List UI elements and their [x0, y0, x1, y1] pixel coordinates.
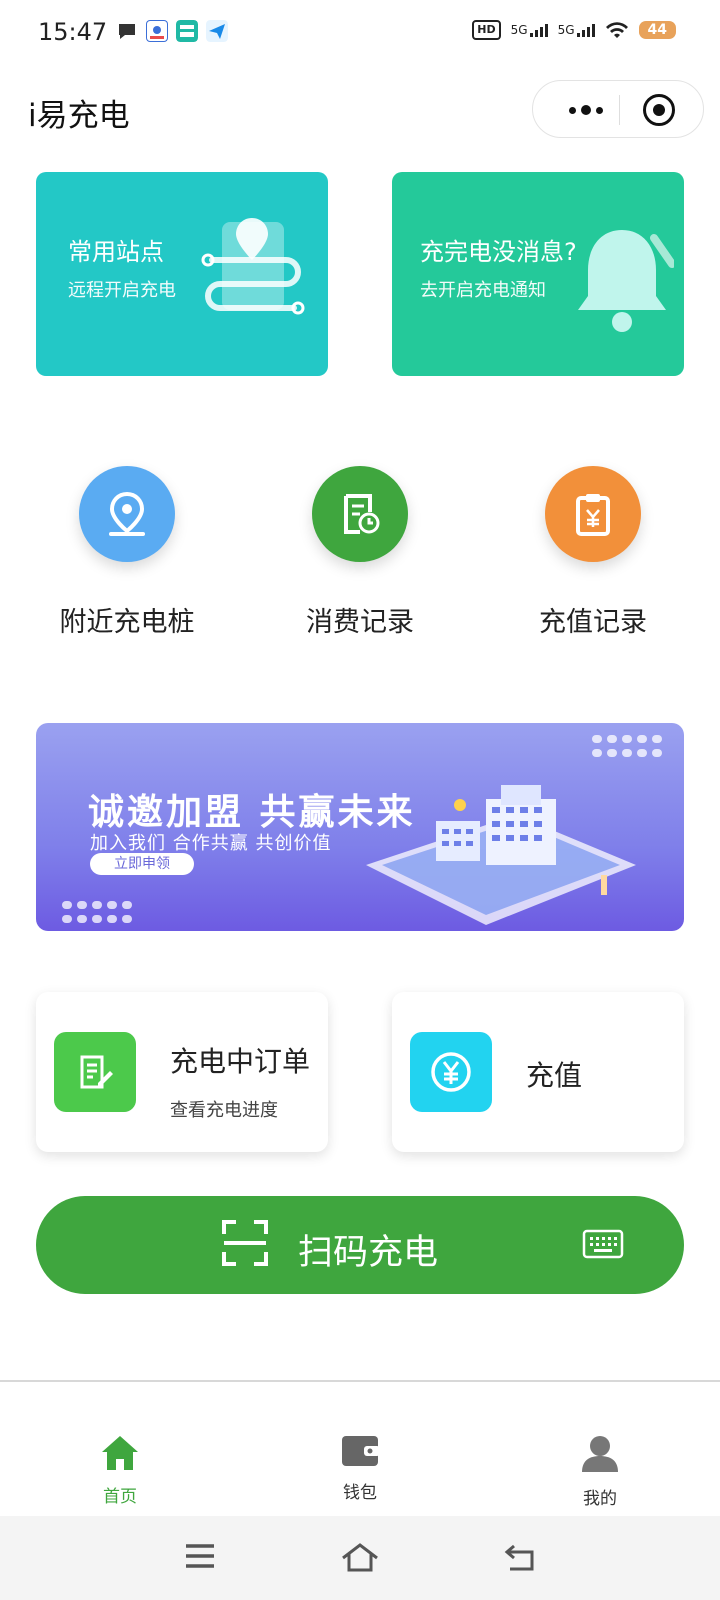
- app-icon: [146, 20, 168, 42]
- wallet-icon: [342, 1436, 380, 1466]
- tab-label: 我的: [583, 1489, 617, 1509]
- franchise-banner[interactable]: 诚邀加盟 共赢未来 加入我们 合作共赢 共创价值 立即申领: [36, 723, 684, 931]
- page-title: i易充电: [28, 98, 130, 134]
- hd-icon: HD: [472, 20, 501, 40]
- tab-wallet[interactable]: 钱包: [300, 1434, 420, 1503]
- frequent-stations-card[interactable]: 常用站点 远程开启充电: [36, 172, 328, 376]
- charging-orders-card[interactable]: 充电中订单 查看充电进度: [36, 992, 328, 1152]
- map-route-icon: [201, 218, 305, 315]
- close-miniprogram-button[interactable]: [643, 94, 675, 126]
- wifi-icon: [605, 22, 628, 38]
- user-icon: [582, 1436, 618, 1472]
- card-title: 常用站点: [68, 238, 164, 266]
- tab-label: 首页: [103, 1487, 137, 1507]
- more-icon: [569, 106, 576, 114]
- chat-bubble-icon: [119, 24, 135, 39]
- bottom-tab-bar: 首页 钱包 我的: [0, 1380, 720, 1516]
- status-time: 15:47: [38, 18, 108, 46]
- keyboard-icon[interactable]: [582, 1229, 624, 1259]
- card-subtitle: 远程开启充电: [68, 280, 176, 301]
- receipt-clock-icon: [312, 466, 408, 562]
- banner-decor-dots: [592, 735, 662, 757]
- card-title: 充完电没消息?: [420, 238, 577, 266]
- status-bar: 15:47 HD 5G 5G 44: [0, 0, 720, 66]
- tab-mine[interactable]: 我的: [540, 1434, 660, 1509]
- banner-apply-button[interactable]: 立即申领: [90, 853, 194, 875]
- banner-subtitle: 加入我们 合作共赢 共创价值: [90, 833, 332, 854]
- home-icon: [102, 1436, 138, 1470]
- battery-indicator: 44: [638, 21, 676, 39]
- clipboard-yen-icon: [545, 466, 641, 562]
- back-icon[interactable]: [504, 1542, 536, 1572]
- signal-bars-icon: [576, 23, 595, 37]
- status-right: HD 5G 5G 44: [472, 20, 676, 40]
- more-menu-button[interactable]: [555, 81, 617, 139]
- banner-decor-dots: [62, 901, 132, 923]
- recharge-card[interactable]: 充值: [392, 992, 684, 1152]
- signal-bars-icon: [529, 23, 548, 37]
- yen-coin-icon: [410, 1032, 492, 1112]
- edit-note-icon: [54, 1032, 136, 1112]
- scan-icon: [222, 1220, 268, 1266]
- menu-icon[interactable]: [184, 1542, 216, 1570]
- tab-home[interactable]: 首页: [60, 1434, 180, 1507]
- location-pin-icon: [79, 466, 175, 562]
- quick-label: 消费记录: [306, 607, 414, 638]
- consumption-records-button[interactable]: 消费记录: [260, 466, 460, 639]
- home-nav-icon[interactable]: [340, 1542, 380, 1572]
- title-bar: i易充电: [0, 66, 720, 150]
- capsule-divider: [619, 95, 620, 125]
- nearby-chargers-button[interactable]: 附近充电桩: [27, 466, 227, 639]
- tab-label: 钱包: [343, 1483, 377, 1503]
- miniprogram-capsule: [532, 80, 704, 138]
- scan-to-charge-button[interactable]: 扫码充电: [36, 1196, 684, 1294]
- scan-label: 扫码充电: [298, 1233, 439, 1273]
- charge-notification-card[interactable]: 充完电没消息? 去开启充电通知: [392, 172, 684, 376]
- bell-icon: [578, 230, 674, 332]
- card-subtitle: 查看充电进度: [170, 1100, 278, 1121]
- quick-label: 附近充电桩: [59, 607, 195, 638]
- signal-1: 5G: [511, 23, 548, 37]
- card-subtitle: 去开启充电通知: [420, 280, 546, 301]
- quick-label: 充值记录: [539, 607, 647, 638]
- recharge-records-button[interactable]: 充值记录: [493, 466, 693, 639]
- card-title: 充电中订单: [170, 1045, 311, 1078]
- card-title: 充值: [526, 1059, 583, 1092]
- system-navigation-bar: [0, 1516, 720, 1600]
- boss-app-icon: [176, 20, 198, 42]
- building-illustration: [366, 785, 636, 925]
- signal-2: 5G: [558, 23, 595, 37]
- send-icon: [206, 20, 228, 42]
- notification-icons: [116, 20, 228, 42]
